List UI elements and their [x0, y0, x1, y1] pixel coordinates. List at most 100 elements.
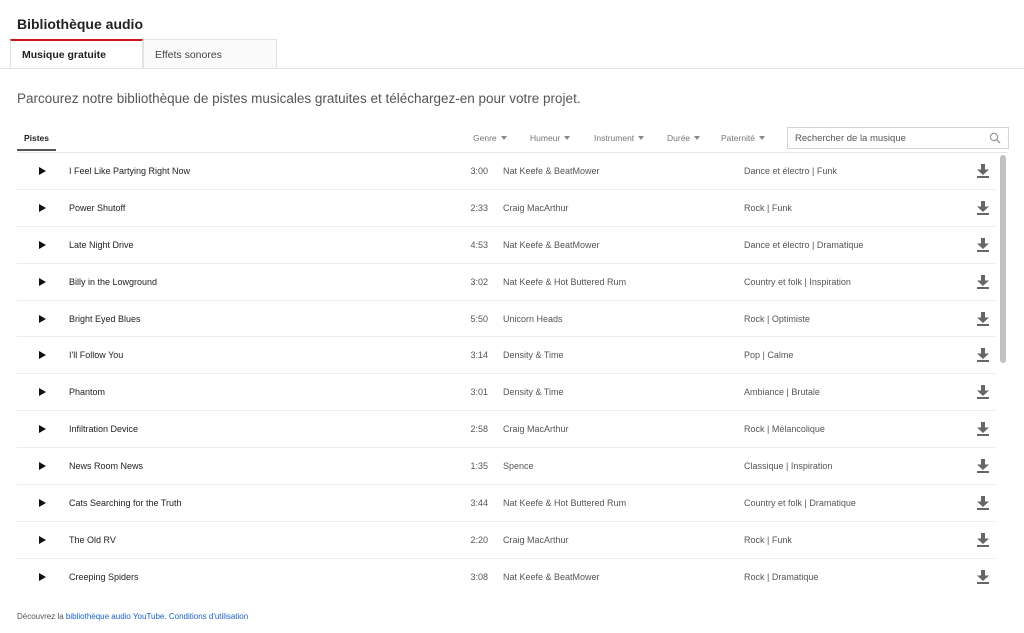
- tab-bar: Musique gratuite Effets sonores: [10, 39, 277, 69]
- track-genre: Pop | Calme: [744, 350, 794, 361]
- terms-link[interactable]: Conditions d'utilisation: [169, 612, 248, 621]
- track-row[interactable]: The Old RV 2:20 Craig MacArthur Rock | Funk: [17, 522, 996, 559]
- track-row[interactable]: I'll Follow You 3:14 Density & Time Pop | C…: [17, 337, 996, 375]
- track-row[interactable]: Creeping Spiders 3:08 Nat Keefe & BeatMowe…: [17, 559, 996, 595]
- track-artist: Spence: [503, 461, 534, 472]
- track-artist: Craig MacArthur: [503, 424, 569, 435]
- track-genre: Dance et électro | Funk: [744, 166, 837, 176]
- download-icon[interactable]: [976, 448, 990, 484]
- track-artist: Craig MacArthur: [503, 202, 569, 213]
- track-artist: Nat Keefe & Hot Buttered Rum: [503, 276, 627, 287]
- track-artist: Nat Keefe & BeatMower: [503, 571, 600, 582]
- track-row[interactable]: Infiltration Device 2:58 Craig MacArthur Ro…: [17, 411, 996, 449]
- play-icon[interactable]: [37, 374, 47, 410]
- instrument-filter[interactable]: Instrument: [594, 126, 645, 151]
- duration-filter[interactable]: Durée: [667, 126, 701, 151]
- track-title: Cats Searching for the Truth: [69, 498, 182, 509]
- track-title: I'll Follow You: [69, 350, 124, 361]
- instrument-filter-label: Instrument: [594, 133, 635, 143]
- attribution-filter[interactable]: Paternité: [721, 126, 766, 151]
- track-genre: Rock | Funk: [744, 202, 792, 213]
- track-genre: Rock | Funk: [744, 534, 792, 545]
- tab-tracks[interactable]: Pistes: [17, 126, 56, 151]
- track-genre: Classique | Inspiration: [744, 461, 833, 472]
- download-icon[interactable]: [976, 485, 990, 521]
- track-duration: 3:01: [470, 387, 488, 398]
- tab-free-music[interactable]: Musique gratuite: [10, 39, 143, 69]
- track-row[interactable]: Billy in the Lowground 3:02 Nat Keefe & Ho…: [17, 264, 996, 301]
- play-icon[interactable]: [37, 559, 47, 595]
- audio-library-link[interactable]: bibliothèque audio YouTube.: [66, 612, 167, 621]
- track-list: I Feel Like Partying Right Now 3:00 Nat Ke…: [17, 153, 996, 595]
- download-icon[interactable]: [976, 153, 990, 189]
- play-icon[interactable]: [37, 485, 47, 521]
- track-duration: 3:14: [470, 350, 488, 361]
- play-icon[interactable]: [37, 448, 47, 484]
- attribution-filter-label: Paternité: [721, 133, 756, 143]
- play-icon[interactable]: [37, 411, 47, 447]
- caret-down-icon: [694, 136, 701, 140]
- download-icon[interactable]: [976, 190, 990, 226]
- track-row[interactable]: Phantom 3:01 Density & Time Ambiance | Brut…: [17, 374, 996, 412]
- intro-text: Parcourez notre bibliothèque de pistes m…: [17, 91, 581, 106]
- play-icon[interactable]: [37, 153, 47, 189]
- track-row[interactable]: I Feel Like Partying Right Now 3:00 Nat Ke…: [17, 153, 996, 190]
- download-icon[interactable]: [976, 264, 990, 300]
- track-duration: 2:58: [470, 424, 488, 435]
- footer: Découvrez la bibliothèque audio YouTube.…: [17, 612, 248, 621]
- genre-filter[interactable]: Genre: [473, 126, 507, 151]
- duration-filter-label: Durée: [667, 133, 691, 143]
- download-icon[interactable]: [976, 337, 990, 373]
- scrollbar-thumb[interactable]: [1000, 155, 1006, 363]
- tab-sound-effects[interactable]: Effets sonores: [143, 39, 277, 69]
- track-title: Bright Eyed Blues: [69, 313, 141, 324]
- caret-down-icon: [564, 136, 571, 140]
- download-icon[interactable]: [976, 522, 990, 558]
- track-title: Billy in the Lowground: [69, 276, 158, 287]
- track-row[interactable]: Cats Searching for the Truth 3:44 Nat Keef…: [17, 485, 996, 522]
- caret-down-icon: [500, 136, 507, 140]
- track-row[interactable]: News Room News 1:35 Spence Classique | Insp…: [17, 448, 996, 486]
- search-box: [787, 127, 1009, 149]
- track-duration: 2:20: [470, 534, 488, 545]
- track-title: Creeping Spiders: [69, 571, 139, 582]
- track-artist: Unicorn Heads: [503, 313, 563, 324]
- track-duration: 2:33: [470, 202, 488, 213]
- track-row[interactable]: Late Night Drive 4:53 Nat Keefe & BeatMowe…: [17, 227, 996, 264]
- track-artist: Nat Keefe & BeatMower: [503, 166, 600, 176]
- caret-down-icon: [759, 136, 766, 140]
- track-genre: Country et folk | Dramatique: [744, 498, 856, 509]
- download-icon[interactable]: [976, 227, 990, 263]
- track-title: I Feel Like Partying Right Now: [69, 166, 191, 176]
- search-icon[interactable]: [989, 132, 1001, 144]
- track-title: Infiltration Device: [69, 424, 139, 435]
- download-icon[interactable]: [976, 411, 990, 447]
- search-input[interactable]: [788, 128, 978, 149]
- tabs-divider: [0, 68, 1024, 69]
- play-icon[interactable]: [37, 190, 47, 226]
- download-icon[interactable]: [976, 559, 990, 595]
- track-genre: Rock | Dramatique: [744, 571, 819, 582]
- track-artist: Nat Keefe & Hot Buttered Rum: [503, 498, 627, 509]
- play-icon[interactable]: [37, 522, 47, 558]
- track-duration: 3:44: [470, 498, 488, 509]
- download-icon[interactable]: [976, 374, 990, 410]
- track-artist: Density & Time: [503, 350, 564, 361]
- track-row[interactable]: Power Shutoff 2:33 Craig MacArthur Rock | F…: [17, 190, 996, 227]
- download-icon[interactable]: [976, 301, 990, 337]
- track-genre: Rock | Mélancolique: [744, 424, 825, 435]
- play-icon[interactable]: [37, 337, 47, 373]
- play-icon[interactable]: [37, 301, 47, 337]
- footer-text: Découvrez la: [17, 612, 66, 621]
- track-title: News Room News: [69, 461, 144, 472]
- play-icon[interactable]: [37, 227, 47, 263]
- track-row[interactable]: Bright Eyed Blues 5:50 Unicorn Heads Rock |…: [17, 301, 996, 338]
- track-title: Power Shutoff: [69, 202, 126, 213]
- track-genre: Dance et électro | Dramatique: [744, 239, 864, 250]
- mood-filter[interactable]: Humeur: [530, 126, 571, 151]
- track-list-scrollbar[interactable]: [999, 155, 1007, 595]
- play-icon[interactable]: [37, 264, 47, 300]
- caret-down-icon: [638, 136, 645, 140]
- track-genre: Country et folk | Inspiration: [744, 276, 851, 287]
- track-artist: Nat Keefe & BeatMower: [503, 239, 600, 250]
